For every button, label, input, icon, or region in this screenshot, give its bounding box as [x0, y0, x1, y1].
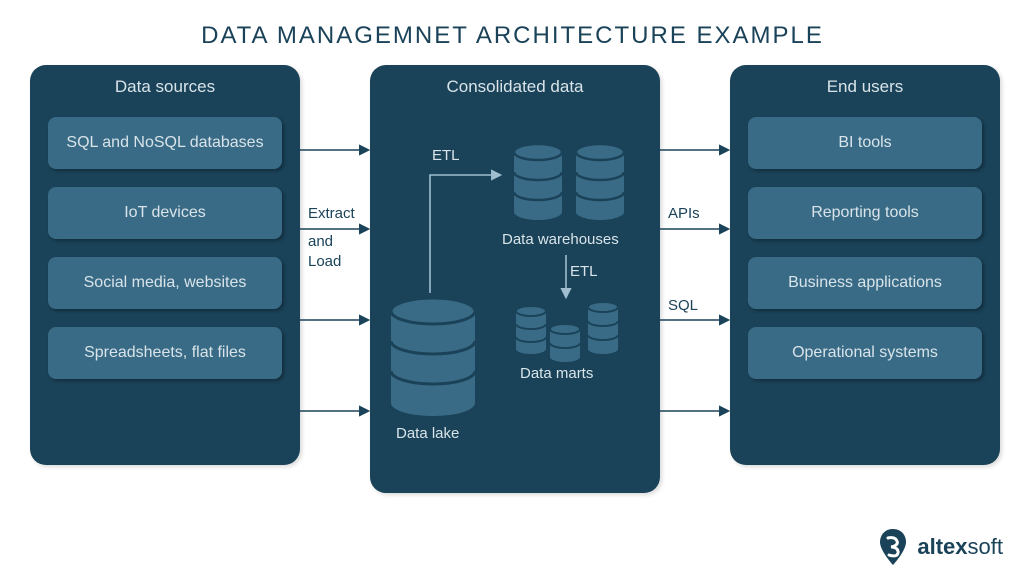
- source-item-sql-nosql: SQL and NoSQL databases: [48, 117, 282, 169]
- panel-title-right: End users: [730, 65, 1000, 107]
- source-item-social: Social media, websites: [48, 257, 282, 309]
- label-sql: SQL: [668, 297, 698, 314]
- brand-logo-text: altexsoft: [917, 534, 1003, 560]
- diagram-stage: Data sources SQL and NoSQL databases IoT…: [0, 65, 1025, 495]
- end-item-operational: Operational systems: [748, 327, 982, 379]
- label-and: and: [308, 233, 333, 250]
- end-item-business-apps: Business applications: [748, 257, 982, 309]
- panel-consolidated-data: Consolidated data ETL Data warehouses ET…: [370, 65, 660, 493]
- brand-logo: altexsoft: [877, 527, 1003, 567]
- panel-end-users: End users BI tools Reporting tools Busin…: [730, 65, 1000, 465]
- end-item-bi-tools: BI tools: [748, 117, 982, 169]
- label-extract: Extract: [308, 205, 355, 222]
- diagram-title: DATA MANAGEMNET ARCHITECTURE EXAMPLE: [0, 0, 1025, 50]
- panel-data-sources: Data sources SQL and NoSQL databases IoT…: [30, 65, 300, 465]
- source-item-spreadsheets: Spreadsheets, flat files: [48, 327, 282, 379]
- label-load: Load: [308, 253, 341, 270]
- source-item-iot: IoT devices: [48, 187, 282, 239]
- panel-title-left: Data sources: [30, 65, 300, 107]
- end-item-reporting: Reporting tools: [748, 187, 982, 239]
- brand-logo-icon: [877, 527, 909, 567]
- internal-arrows: [370, 65, 660, 493]
- label-apis: APIs: [668, 205, 700, 222]
